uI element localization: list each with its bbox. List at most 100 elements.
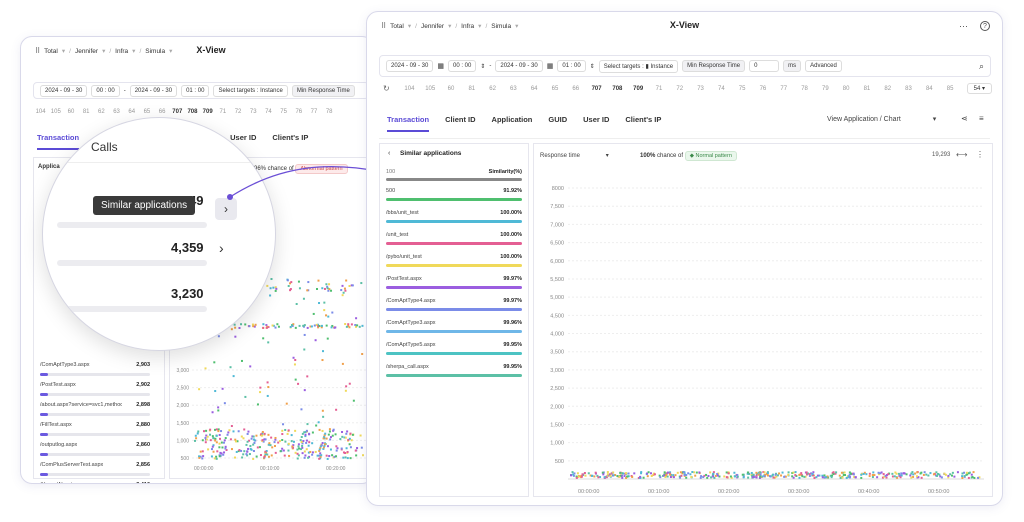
view-select[interactable]: View Application / Chart ▾: [827, 115, 936, 123]
number-cell[interactable]: 73: [690, 86, 711, 92]
similar-item[interactable]: /bbs/unit_test 100.00%: [386, 210, 522, 223]
y-tick-label: 3,000: [550, 368, 564, 374]
end-date-input[interactable]: 2024 - 09 - 30: [495, 60, 543, 72]
tab-clients-ip[interactable]: Client's IP: [625, 115, 661, 132]
data-point: [909, 474, 912, 477]
tab-guid[interactable]: GUID: [548, 115, 567, 132]
data-point: [609, 475, 612, 478]
data-point: [603, 476, 606, 479]
data-point: [689, 473, 692, 476]
number-cell[interactable]: 84: [919, 86, 940, 92]
number-cell[interactable]: 64: [524, 86, 545, 92]
stepper-icon[interactable]: ⇕: [480, 63, 485, 70]
select-targets[interactable]: Select targets : ▮ Instance: [598, 59, 679, 73]
search-icon[interactable]: ⌕: [979, 61, 984, 72]
similar-item[interactable]: /sherpa_call.aspx 99.95%: [386, 364, 522, 377]
share-icon[interactable]: ⋖: [961, 114, 968, 123]
data-point: [683, 474, 686, 477]
number-cell[interactable]: 79: [815, 86, 836, 92]
similar-item[interactable]: 500 91.92%: [386, 188, 522, 201]
more-menu-icon[interactable]: ⋯: [959, 21, 968, 32]
data-point: [808, 473, 811, 476]
data-point: [830, 476, 833, 479]
calendar-icon[interactable]: ▦: [437, 62, 444, 70]
data-point: [712, 472, 715, 475]
data-point: [912, 475, 915, 478]
data-point: [798, 476, 801, 479]
data-point: [893, 475, 896, 478]
data-point: [723, 475, 726, 478]
settings-sliders-icon[interactable]: ≡: [979, 114, 984, 123]
data-point: [896, 476, 899, 479]
data-point: [891, 475, 894, 478]
number-cell[interactable]: 82: [877, 86, 898, 92]
help-icon[interactable]: ?: [980, 21, 990, 31]
data-point: [838, 474, 841, 477]
start-time-input[interactable]: 00 : 00: [447, 60, 477, 72]
data-point: [705, 473, 708, 476]
number-cell[interactable]: 72: [669, 86, 690, 92]
tab-user-id[interactable]: User ID: [583, 115, 609, 132]
tab-application[interactable]: Application: [492, 115, 533, 132]
number-cell[interactable]: 62: [482, 86, 503, 92]
data-point: [774, 473, 777, 476]
end-time-input[interactable]: 01 : 00: [557, 60, 586, 72]
data-point: [575, 476, 578, 479]
data-point: [925, 473, 928, 476]
data-point: [766, 472, 769, 475]
tab-transaction[interactable]: Transaction: [387, 115, 430, 132]
page-title: X-View: [669, 20, 700, 30]
number-cell[interactable]: 75: [732, 86, 753, 92]
number-cell[interactable]: 707: [586, 86, 607, 92]
number-cell[interactable]: 60: [441, 86, 462, 92]
number-cell[interactable]: 71: [649, 86, 670, 92]
similar-title: Similar applications: [400, 150, 462, 157]
tab-client-id[interactable]: Client ID: [445, 115, 475, 132]
number-cell[interactable]: 80: [836, 86, 857, 92]
number-cell[interactable]: 104: [399, 86, 420, 92]
data-point: [967, 476, 970, 479]
data-point: [759, 471, 762, 474]
similar-item[interactable]: /ComAptType4.aspx 99.97%: [386, 298, 522, 311]
data-point: [932, 473, 935, 476]
similar-item[interactable]: /ComAptType3.aspx 99.96%: [386, 320, 522, 333]
similar-item-value: 100.00%: [500, 210, 522, 216]
back-chevron-icon[interactable]: ‹: [388, 150, 390, 157]
data-point: [597, 476, 600, 479]
number-cell[interactable]: 65: [545, 86, 566, 92]
similar-item[interactable]: /unit_test 100.00%: [386, 232, 522, 245]
min-response-input[interactable]: 0: [749, 60, 780, 72]
similar-item-value: 91.92%: [503, 188, 522, 194]
similar-item[interactable]: /PostTest.aspx 99.97%: [386, 276, 522, 289]
similar-item[interactable]: /pybo/unit_test 100.00%: [386, 254, 522, 267]
number-cell[interactable]: 74: [711, 86, 732, 92]
similar-item-value: 99.95%: [503, 364, 522, 370]
data-point: [920, 471, 923, 474]
data-point: [710, 476, 713, 479]
number-cell[interactable]: 81: [857, 86, 878, 92]
number-cell[interactable]: 105: [420, 86, 441, 92]
number-cell[interactable]: 63: [503, 86, 524, 92]
number-cell[interactable]: 81: [461, 86, 482, 92]
number-cell[interactable]: 83: [898, 86, 919, 92]
y-tick-label: 7,000: [550, 222, 564, 228]
data-point: [755, 476, 758, 479]
similar-item[interactable]: /ComAptType5.aspx 99.95%: [386, 342, 522, 355]
data-point: [733, 475, 736, 478]
data-point: [623, 475, 626, 478]
number-cell[interactable]: 77: [773, 86, 794, 92]
number-cell[interactable]: 76: [753, 86, 774, 92]
start-date-input[interactable]: 2024 - 09 - 30: [386, 60, 434, 72]
number-cell[interactable]: 66: [565, 86, 586, 92]
number-cell[interactable]: 78: [794, 86, 815, 92]
number-cell[interactable]: 85: [940, 86, 961, 92]
number-select[interactable]: 54 ▾: [966, 83, 992, 94]
similarity-bar: [386, 198, 522, 201]
refresh-icon[interactable]: ↻: [383, 84, 390, 93]
advanced-button[interactable]: Advanced: [805, 60, 842, 72]
number-cell[interactable]: 709: [628, 86, 649, 92]
data-point: [947, 474, 950, 477]
calendar-icon[interactable]: ▦: [547, 62, 554, 70]
stepper-icon[interactable]: ⇕: [590, 63, 595, 70]
number-cell[interactable]: 708: [607, 86, 628, 92]
